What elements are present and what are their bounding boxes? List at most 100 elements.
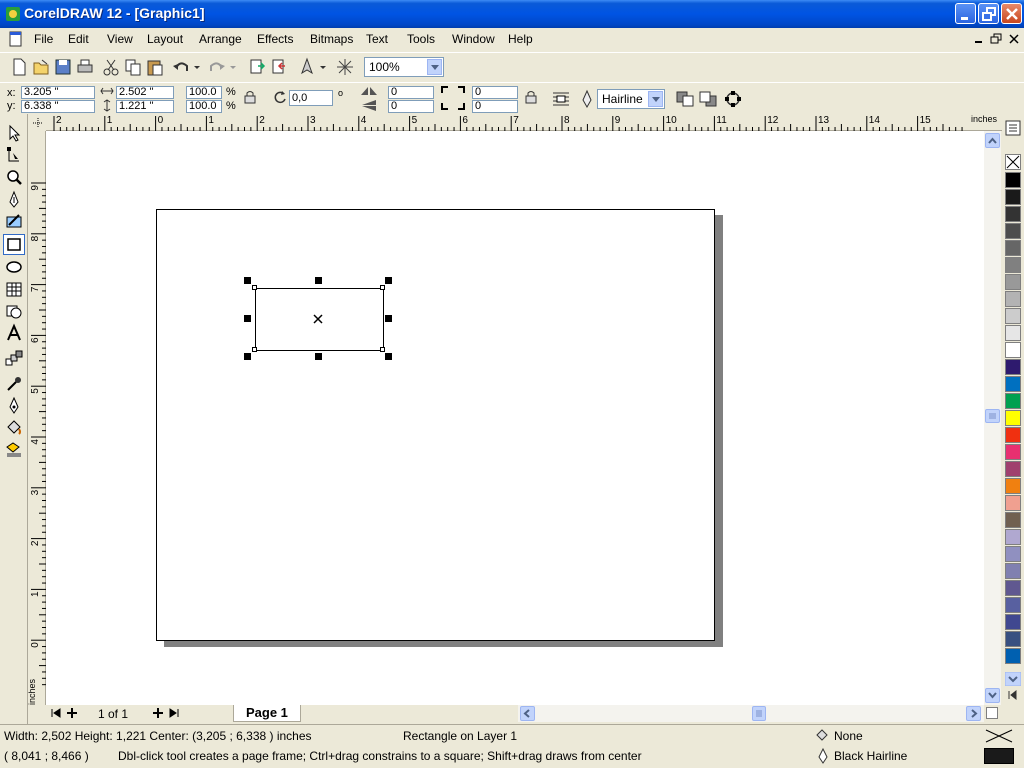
color-swatch[interactable] bbox=[1005, 580, 1021, 596]
smart-fill-tool-icon[interactable] bbox=[3, 211, 25, 232]
close-button[interactable] bbox=[1001, 3, 1022, 24]
rectangle-node[interactable] bbox=[252, 285, 257, 290]
tab-page-1[interactable]: Page 1 bbox=[233, 705, 301, 722]
chevron-down-icon[interactable] bbox=[648, 91, 663, 107]
color-swatch[interactable] bbox=[1005, 291, 1021, 307]
outline-tool-icon[interactable] bbox=[3, 395, 25, 416]
menu-bitmaps[interactable]: Bitmaps bbox=[310, 32, 353, 46]
scroll-right-icon[interactable] bbox=[966, 706, 981, 721]
scroll-left-icon[interactable] bbox=[520, 706, 535, 721]
open-icon[interactable] bbox=[30, 56, 52, 78]
application-launcher-icon[interactable] bbox=[296, 56, 318, 78]
fill-none-swatch[interactable] bbox=[984, 728, 1014, 744]
zoom-tool-icon[interactable] bbox=[3, 167, 25, 188]
outline-pen-status-icon[interactable] bbox=[816, 747, 830, 765]
horizontal-scrollbar[interactable] bbox=[518, 705, 984, 722]
save-icon[interactable] bbox=[52, 56, 74, 78]
first-page-icon[interactable] bbox=[50, 707, 62, 719]
ruler-origin-icon[interactable] bbox=[29, 114, 46, 131]
color-swatch[interactable] bbox=[1005, 529, 1021, 545]
rectangle-node[interactable] bbox=[252, 347, 257, 352]
selection-handle-top-left[interactable] bbox=[244, 277, 251, 284]
text-tool-icon[interactable] bbox=[3, 323, 25, 344]
object-height-field[interactable]: 1.221 " bbox=[116, 100, 174, 113]
color-swatch[interactable] bbox=[1005, 631, 1021, 647]
menu-arrange[interactable]: Arrange bbox=[199, 32, 242, 46]
to-front-icon[interactable] bbox=[674, 88, 696, 110]
menu-window[interactable]: Window bbox=[452, 32, 495, 46]
color-swatch[interactable] bbox=[1005, 342, 1021, 358]
color-swatch[interactable] bbox=[1005, 257, 1021, 273]
last-page-icon[interactable] bbox=[168, 707, 180, 719]
eyedropper-tool-icon[interactable] bbox=[3, 373, 25, 394]
zoom-level-select[interactable]: 100% bbox=[364, 57, 444, 77]
redo-icon[interactable] bbox=[206, 56, 228, 78]
convert-to-curves-icon[interactable] bbox=[722, 88, 744, 110]
mirror-vertical-icon[interactable] bbox=[358, 99, 380, 112]
color-swatch[interactable] bbox=[1005, 325, 1021, 341]
basic-shapes-tool-icon[interactable] bbox=[3, 301, 25, 322]
scroll-down-icon[interactable] bbox=[985, 688, 1000, 703]
selection-handle-bottom[interactable] bbox=[315, 353, 322, 360]
paste-icon[interactable] bbox=[144, 56, 166, 78]
menu-text[interactable]: Text bbox=[366, 32, 388, 46]
rotation-angle-field[interactable]: 0,0 bbox=[289, 90, 333, 106]
to-back-icon[interactable] bbox=[697, 88, 719, 110]
restore-button[interactable] bbox=[978, 3, 999, 24]
color-swatch[interactable] bbox=[1005, 563, 1021, 579]
horizontal-scroll-thumb[interactable] bbox=[752, 706, 766, 721]
palette-scroll-down-icon[interactable] bbox=[1004, 671, 1022, 687]
no-color-swatch[interactable] bbox=[1005, 154, 1021, 170]
import-icon[interactable] bbox=[246, 56, 268, 78]
color-swatch[interactable] bbox=[1005, 189, 1021, 205]
menu-layout[interactable]: Layout bbox=[147, 32, 183, 46]
menu-view[interactable]: View bbox=[107, 32, 133, 46]
fill-bucket-icon[interactable] bbox=[814, 727, 830, 743]
selection-handle-bottom-right[interactable] bbox=[385, 353, 392, 360]
doc-minimize-icon[interactable] bbox=[971, 31, 987, 47]
rectangle-tool-icon[interactable] bbox=[3, 234, 25, 255]
outline-color-swatch[interactable] bbox=[984, 748, 1014, 764]
rectangle-node[interactable] bbox=[380, 285, 385, 290]
drawing-canvas[interactable] bbox=[46, 131, 984, 705]
add-page-before-icon[interactable] bbox=[66, 707, 78, 719]
corel-online-icon[interactable] bbox=[334, 56, 356, 78]
chevron-down-icon[interactable] bbox=[427, 59, 442, 75]
color-swatch[interactable] bbox=[1005, 308, 1021, 324]
undo-dropdown-icon[interactable] bbox=[192, 56, 202, 78]
drawing-page[interactable] bbox=[156, 209, 715, 641]
y-position-field[interactable]: 6.338 " bbox=[21, 100, 95, 113]
color-swatch[interactable] bbox=[1005, 393, 1021, 409]
undo-icon[interactable] bbox=[170, 56, 192, 78]
print-icon[interactable] bbox=[74, 56, 96, 78]
interactive-fill-tool-icon[interactable] bbox=[3, 439, 25, 460]
shape-tool-icon[interactable] bbox=[3, 145, 25, 166]
minimize-button[interactable] bbox=[955, 3, 976, 24]
copy-icon[interactable] bbox=[122, 56, 144, 78]
navigator-icon[interactable] bbox=[986, 707, 998, 719]
rectangle-node[interactable] bbox=[380, 347, 385, 352]
launcher-dropdown-icon[interactable] bbox=[318, 56, 328, 78]
menu-edit[interactable]: Edit bbox=[68, 32, 89, 46]
ellipse-tool-icon[interactable] bbox=[3, 257, 25, 278]
color-swatch[interactable] bbox=[1005, 495, 1021, 511]
color-swatch[interactable] bbox=[1005, 240, 1021, 256]
color-swatch[interactable] bbox=[1005, 461, 1021, 477]
document-icon[interactable] bbox=[8, 31, 24, 47]
color-swatch[interactable] bbox=[1005, 410, 1021, 426]
corner-top-left-field[interactable]: 0 bbox=[388, 86, 434, 99]
color-swatch[interactable] bbox=[1005, 206, 1021, 222]
interactive-blend-tool-icon[interactable] bbox=[3, 348, 25, 369]
wrap-paragraph-text-icon[interactable] bbox=[550, 88, 572, 110]
menu-tools[interactable]: Tools bbox=[407, 32, 435, 46]
corner-top-right-field[interactable]: 0 bbox=[472, 86, 518, 99]
selection-handle-bottom-left[interactable] bbox=[244, 353, 251, 360]
add-page-after-icon[interactable] bbox=[152, 707, 164, 719]
round-corners-lock-icon[interactable] bbox=[523, 89, 539, 105]
color-swatch[interactable] bbox=[1005, 427, 1021, 443]
doc-restore-icon[interactable] bbox=[988, 31, 1004, 47]
corner-bottom-left-field[interactable]: 0 bbox=[388, 100, 434, 113]
fill-tool-icon[interactable] bbox=[3, 417, 25, 438]
cut-icon[interactable] bbox=[100, 56, 122, 78]
scroll-up-icon[interactable] bbox=[985, 133, 1000, 148]
